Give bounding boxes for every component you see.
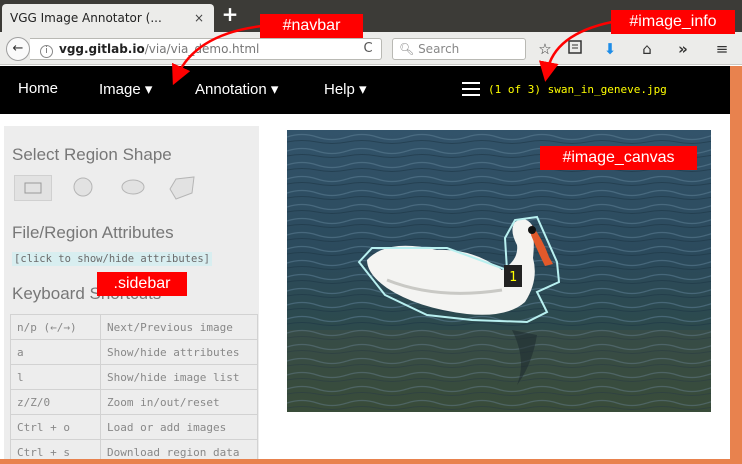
shape-heading: Select Region Shape <box>12 145 172 164</box>
shortcut-action: Zoom in/out/reset <box>100 389 258 415</box>
nav-help-menu[interactable]: Help ▾ <box>324 80 367 98</box>
navbar-annotation-tag: #navbar <box>260 14 363 38</box>
lake-bed <box>287 330 711 412</box>
image-canvas-annotation-tag: #image_canvas <box>540 146 697 170</box>
image-list-toggle-icon[interactable] <box>462 82 480 96</box>
search-placeholder: Search <box>418 42 460 56</box>
info-icon[interactable]: i <box>40 45 53 58</box>
image-info: (1 of 3) swan_in_geneve.jpg <box>488 83 667 96</box>
shortcut-action: Show/hide image list <box>100 364 258 390</box>
url-field[interactable]: i vgg.gitlab.io/via/via_demo.html <box>30 38 382 60</box>
reading-list-icon[interactable] <box>565 40 585 58</box>
table-row: n/p (←/→) Next/Previous image <box>10 314 258 340</box>
table-row: z/Z/0 Zoom in/out/reset <box>10 389 258 415</box>
shortcut-key: z/Z/0 <box>10 389 101 415</box>
circle-shape-icon[interactable] <box>64 175 102 201</box>
shortcut-action: Next/Previous image <box>100 314 258 340</box>
nav-image-menu[interactable]: Image ▾ <box>99 80 152 98</box>
search-input[interactable]: 🔍︎ Search <box>392 38 526 60</box>
new-tab-button[interactable]: + <box>220 4 240 26</box>
shortcut-key: a <box>10 339 101 365</box>
swan-head-marking <box>528 226 536 234</box>
shortcut-key: l <box>10 364 101 390</box>
browser-toolbar: i vgg.gitlab.io/via/via_demo.html ← C 🔍︎ … <box>0 32 742 65</box>
shortcuts-table: n/p (←/→) Next/Previous image a Show/hide … <box>10 314 258 459</box>
home-icon[interactable]: ⌂ <box>637 40 657 58</box>
page-bottom-edge <box>0 459 730 464</box>
menu-icon[interactable]: ≡ <box>712 40 732 58</box>
reload-icon[interactable]: C <box>360 41 376 57</box>
table-row: l Show/hide image list <box>10 364 258 390</box>
shortcut-key: Ctrl + s <box>10 439 101 459</box>
star-icon[interactable]: ☆ <box>535 40 555 58</box>
table-row: Ctrl + o Load or add images <box>10 414 258 440</box>
navbar: Home Image ▾ Annotation ▾ Help ▾ (1 of 3… <box>0 66 730 114</box>
table-row: a Show/hide attributes <box>10 339 258 365</box>
table-row: Ctrl + s Download region data <box>10 439 258 459</box>
sidebar-annotation-tag: .sidebar <box>97 272 187 296</box>
page-right-edge <box>730 66 742 464</box>
attributes-heading: File/Region Attributes <box>12 223 174 242</box>
back-button[interactable]: ← <box>6 37 30 61</box>
image-canvas[interactable]: 1 <box>287 130 711 412</box>
url-host: vgg.gitlab.io <box>59 42 145 56</box>
ellipse-shape-icon[interactable] <box>114 175 152 201</box>
polygon-shape-icon[interactable] <box>164 175 202 205</box>
region-label: 1 <box>509 270 517 285</box>
browser-tab[interactable]: VGG Image Annotator (... × <box>2 4 214 32</box>
shortcut-action: Load or add images <box>100 414 258 440</box>
search-icon: 🔍︎ <box>399 42 415 56</box>
rectangle-shape-icon[interactable] <box>14 175 52 201</box>
shortcut-action: Show/hide attributes <box>100 339 258 365</box>
nav-home[interactable]: Home <box>18 80 58 97</box>
tab-title: VGG Image Annotator (... <box>10 11 162 25</box>
image-info-annotation-tag: #image_info <box>611 10 735 34</box>
nav-annotation-menu[interactable]: Annotation ▾ <box>195 80 278 98</box>
overflow-chevron-icon[interactable]: » <box>673 40 693 58</box>
url-path: /via/via_demo.html <box>144 42 260 56</box>
shortcut-key: n/p (←/→) <box>10 314 101 340</box>
download-icon[interactable]: ⬇ <box>600 40 620 58</box>
shortcut-key: Ctrl + o <box>10 414 101 440</box>
close-icon[interactable]: × <box>192 11 206 25</box>
attributes-toggle-link[interactable]: [click to show/hide attributes] <box>12 252 212 266</box>
shortcut-action: Download region data <box>100 439 258 459</box>
